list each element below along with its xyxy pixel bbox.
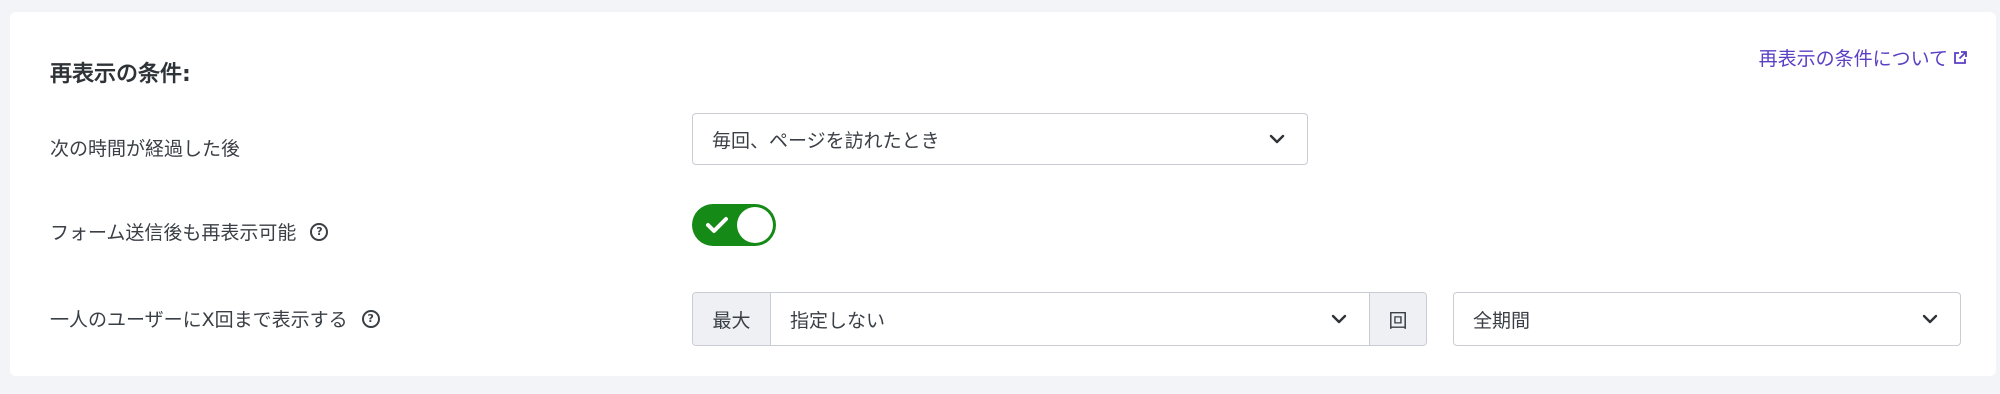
max-prefix-addon: 最大 bbox=[693, 293, 771, 345]
chevron-down-icon bbox=[1331, 314, 1347, 324]
period-select[interactable]: 全期間 bbox=[1453, 292, 1961, 346]
elapsed-time-label-text: 次の時間が経過した後 bbox=[50, 138, 241, 160]
elapsed-time-value: 毎回、ページを訪れたとき bbox=[712, 129, 940, 152]
times-suffix-addon: 回 bbox=[1369, 293, 1426, 345]
elapsed-time-label: 次の時間が経過した後 bbox=[50, 134, 240, 161]
period-value: 全期間 bbox=[1473, 309, 1531, 332]
chevron-down-icon bbox=[1922, 314, 1938, 324]
section-title: 再表示の条件: bbox=[50, 62, 191, 87]
help-link-label: 再表示の条件について bbox=[1758, 48, 1948, 70]
toggle-knob bbox=[737, 207, 773, 243]
question-circle-icon[interactable]: ? bbox=[361, 309, 380, 328]
max-count-input-group: 最大 指定しない 回 bbox=[692, 292, 1427, 346]
max-count-value: 指定しない bbox=[790, 309, 886, 332]
question-circle-icon[interactable]: ? bbox=[310, 222, 329, 241]
after-submit-label: フォーム送信後も再表示可能 ? bbox=[50, 218, 329, 245]
after-submit-toggle[interactable] bbox=[692, 204, 776, 246]
chevron-down-icon bbox=[1269, 134, 1285, 144]
after-submit-label-text: フォーム送信後も再表示可能 bbox=[50, 222, 297, 244]
check-icon bbox=[706, 217, 728, 233]
max-per-user-label-text: 一人のユーザーにX回まで表示する bbox=[50, 309, 348, 331]
max-count-select[interactable]: 指定しない bbox=[771, 293, 1369, 345]
max-per-user-label: 一人のユーザーにX回まで表示する ? bbox=[50, 305, 380, 332]
display-conditions-card: 再表示の条件: 再表示の条件について 次の時間が経過した後 毎回、ページを訪れた… bbox=[10, 12, 1996, 376]
elapsed-time-select[interactable]: 毎回、ページを訪れたとき bbox=[692, 113, 1308, 165]
help-link[interactable]: 再表示の条件について bbox=[1759, 44, 1968, 71]
external-link-icon bbox=[1954, 50, 1967, 64]
